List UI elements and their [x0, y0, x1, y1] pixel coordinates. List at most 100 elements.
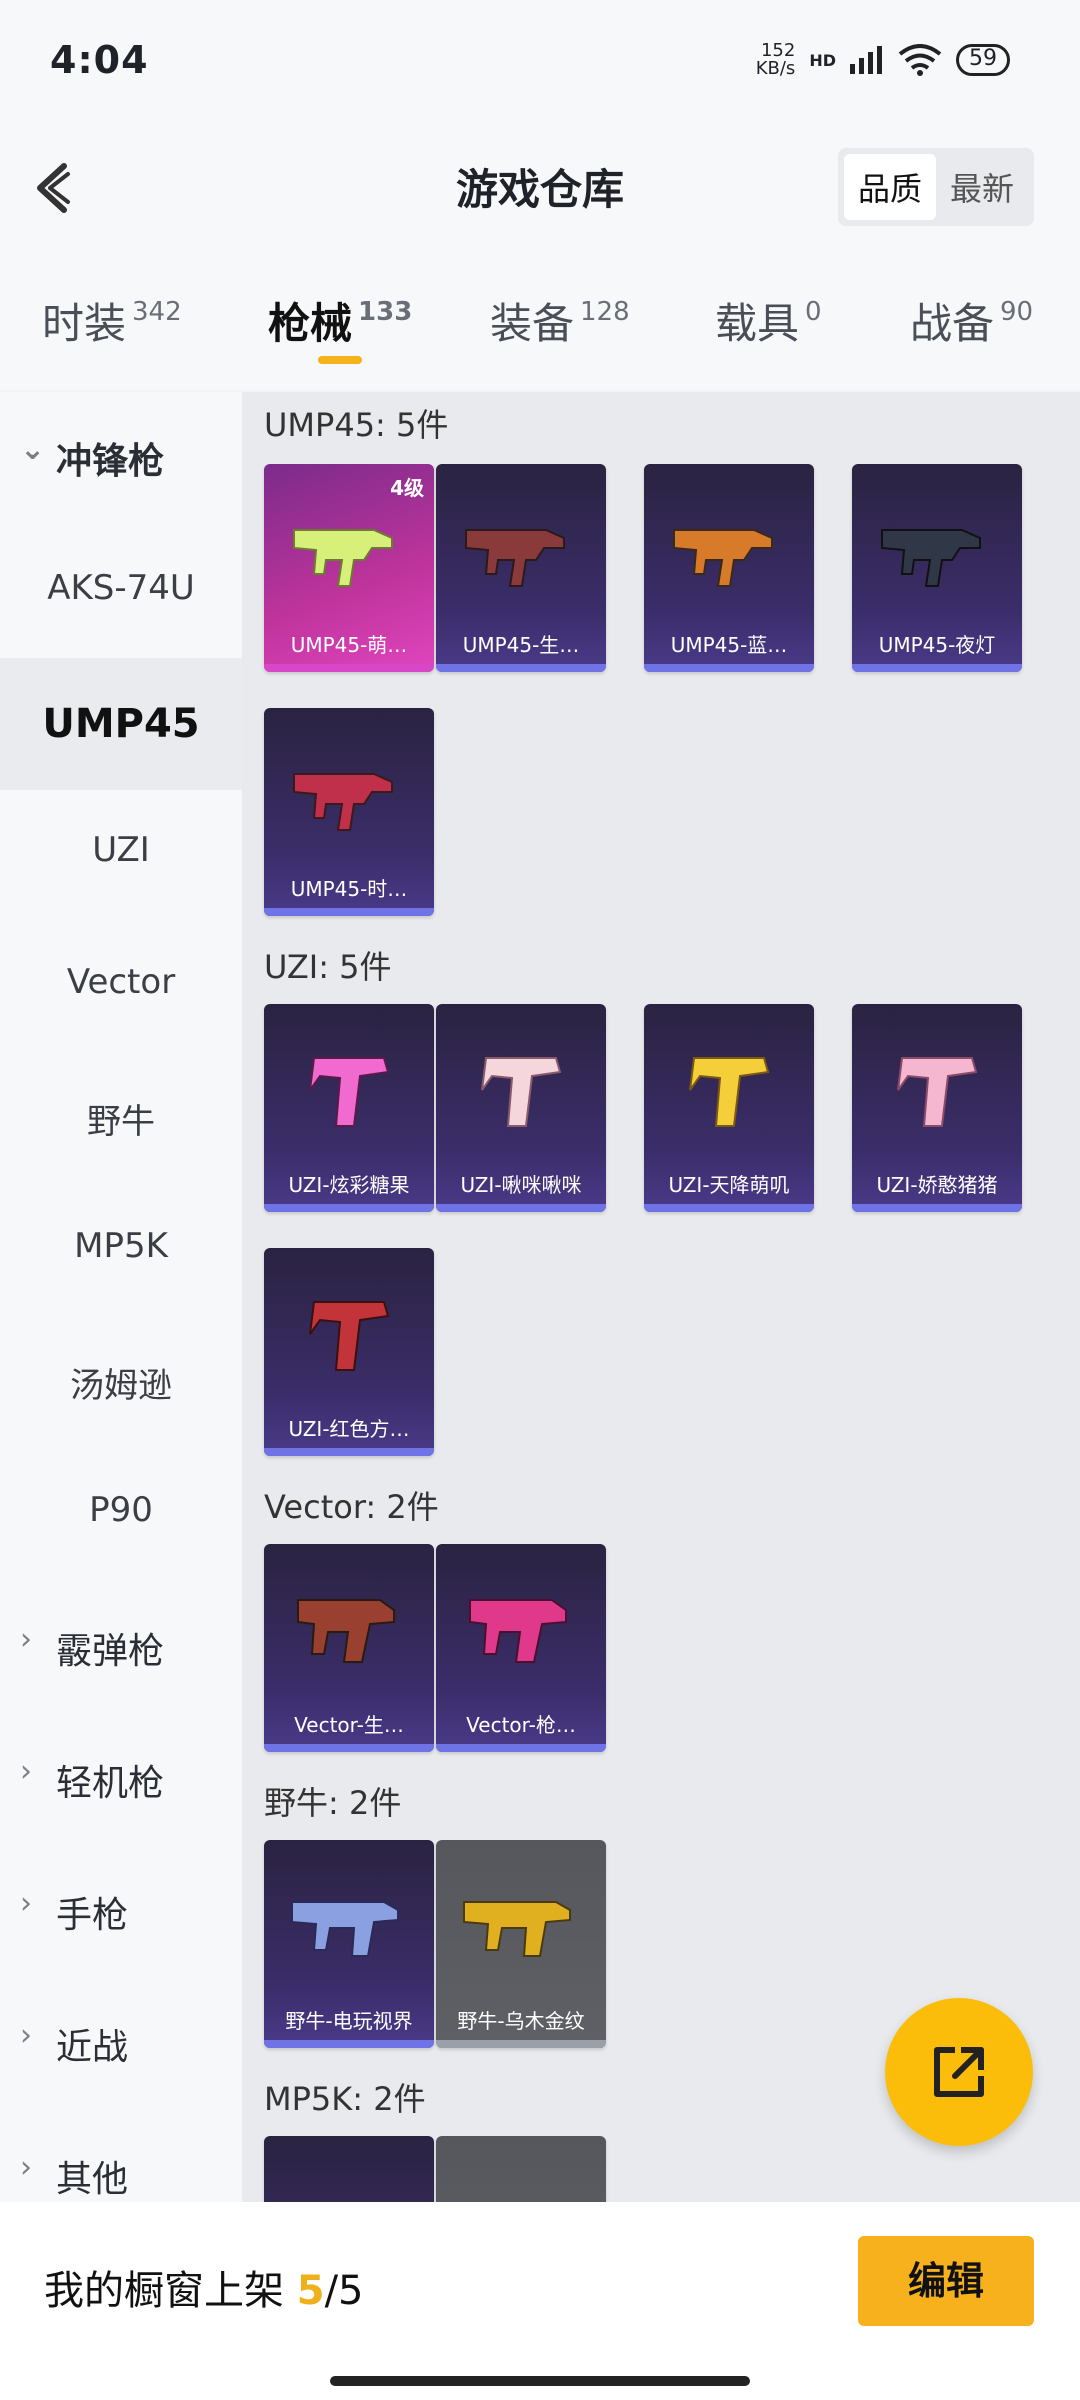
chevron-right-icon: ›: [20, 1622, 32, 1657]
tab-fashion[interactable]: 时装 342: [42, 290, 182, 351]
network-type: HD: [809, 50, 836, 70]
chevron-right-icon: ›: [20, 2018, 32, 2053]
weapon-name: UMP45-萌…: [290, 633, 408, 657]
weapon-card[interactable]: UMP45-夜灯: [852, 464, 1022, 672]
sidebar-group-lmg[interactable]: › 轻机枪: [0, 1754, 242, 1806]
weapon-name: UMP45-生…: [462, 633, 580, 657]
sidebar-item-thompson[interactable]: 汤姆逊: [0, 1358, 242, 1407]
weapon-grid: UMP45: 5件 4级 UMP45-萌… UMP45-生… UMP45-蓝… …: [242, 392, 1080, 2202]
rarity-stripe: [644, 664, 814, 672]
tab-label: 装备: [490, 299, 575, 348]
active-tab-indicator: [318, 356, 362, 364]
tab-guns[interactable]: 枪械 133: [268, 290, 413, 364]
weapon-card[interactable]: UZI-天降萌叽: [644, 1004, 814, 1212]
rarity-stripe: [644, 1204, 814, 1212]
tab-label: 载具: [715, 299, 800, 348]
rarity-stripe: [436, 1744, 606, 1752]
weapon-name: UZI-娇憨猪猪: [876, 1173, 998, 1197]
sort-quality-button[interactable]: 品质: [843, 154, 936, 220]
tab-label: 时装: [42, 299, 127, 348]
sidebar-group-pistol[interactable]: › 手枪: [0, 1886, 242, 1938]
weapon-card[interactable]: UMP45-生…: [436, 464, 606, 672]
tab-label: 枪械: [268, 299, 353, 348]
sidebar-group-melee[interactable]: › 近战: [0, 2018, 242, 2070]
gun-icon: [309, 1057, 390, 1127]
sidebar-item-vector[interactable]: Vector: [0, 962, 242, 1002]
weapon-card[interactable]: [264, 2136, 434, 2202]
gun-icon: [897, 1057, 978, 1127]
gun-icon: [673, 529, 773, 587]
sidebar-item-mp5k[interactable]: MP5K: [0, 1226, 242, 1266]
showcase-current: 5: [296, 2268, 325, 2314]
weapon-name: UMP45-蓝…: [670, 633, 788, 657]
top-header: 游戏仓库 品质 最新: [0, 130, 1080, 250]
rarity-stripe: [264, 664, 434, 672]
weapon-name: UZI-天降萌叽: [668, 1173, 790, 1197]
weapon-card[interactable]: Vector-枪…: [436, 1544, 606, 1752]
tab-label: 战备: [910, 299, 995, 348]
weapon-card[interactable]: UMP45-蓝…: [644, 464, 814, 672]
rarity-stripe: [436, 664, 606, 672]
sidebar-group-shotgun[interactable]: › 霰弹枪: [0, 1622, 242, 1674]
rarity-stripe: [436, 1204, 606, 1212]
section-title-vector: Vector: 2件: [264, 1488, 439, 1526]
sidebar-item-p90[interactable]: P90: [0, 1490, 242, 1530]
sort-toggle: 品质 最新: [837, 148, 1034, 226]
gun-icon: [463, 1901, 571, 1957]
tab-vehicles[interactable]: 载具 0: [715, 290, 822, 351]
sidebar-group-label: 霰弹枪: [56, 1631, 165, 1672]
rarity-stripe: [436, 2040, 606, 2048]
weapon-card[interactable]: UZI-啾咪啾咪: [436, 1004, 606, 1212]
chevron-right-icon: ›: [20, 1754, 32, 1789]
sidebar-group-label: 冲锋枪: [56, 441, 165, 482]
sidebar-group-other[interactable]: › 其他: [0, 2150, 242, 2202]
weapon-name: 野牛-电玩视界: [285, 2009, 413, 2033]
weapon-card[interactable]: UZI-红色方…: [264, 1248, 434, 1456]
tab-supplies[interactable]: 战备 90: [910, 290, 1033, 351]
weapon-card[interactable]: 野牛-乌木金纹: [436, 1840, 606, 2048]
weapon-card[interactable]: UZI-娇憨猪猪: [852, 1004, 1022, 1212]
sidebar-group-smg[interactable]: ⌄ 冲锋枪: [0, 432, 242, 484]
sidebar-item-aks74u[interactable]: AKS-74U: [0, 568, 242, 608]
weapon-card[interactable]: Vector-生…: [264, 1544, 434, 1752]
showcase-bar: 我的橱窗上架 5/5 编辑: [0, 2202, 1080, 2400]
weapon-name: UMP45-时…: [290, 877, 408, 901]
weapon-card[interactable]: UZI-炫彩糖果: [264, 1004, 434, 1212]
tab-count: 133: [358, 297, 413, 327]
home-indicator[interactable]: [330, 2376, 750, 2386]
section-title-mp5k: MP5K: 2件: [264, 2080, 426, 2118]
gun-icon: [291, 1901, 399, 1957]
sidebar-item-bizon[interactable]: 野牛: [0, 1094, 242, 1143]
chevron-right-icon: ›: [20, 1886, 32, 1921]
sort-newest-button[interactable]: 最新: [936, 154, 1028, 220]
weapon-name: 野牛-乌木金纹: [457, 2009, 585, 2033]
rarity-stripe: [264, 1204, 434, 1212]
chevron-right-icon: ›: [20, 2150, 32, 2185]
status-time: 4:04: [50, 38, 149, 82]
gun-icon: [293, 529, 393, 587]
weapon-card[interactable]: [436, 2136, 606, 2202]
weapon-card[interactable]: UMP45-时…: [264, 708, 434, 916]
sidebar-group-label: 轻机枪: [56, 1763, 165, 1804]
rarity-stripe: [264, 908, 434, 916]
weapon-name: UZI-红色方…: [288, 1417, 410, 1441]
weapon-name: UMP45-夜灯: [878, 633, 996, 657]
tab-count: 342: [132, 297, 182, 327]
weapon-name: Vector-枪…: [466, 1713, 576, 1737]
weapon-card[interactable]: 4级 UMP45-萌…: [264, 464, 434, 672]
share-button[interactable]: [885, 1998, 1033, 2146]
sidebar-item-uzi[interactable]: UZI: [0, 830, 242, 870]
section-title-bizon: 野牛: 2件: [264, 1784, 402, 1822]
weapon-name: Vector-生…: [294, 1713, 404, 1737]
tab-equipment[interactable]: 装备 128: [490, 290, 630, 351]
edit-button[interactable]: 编辑: [858, 2236, 1034, 2326]
rarity-stripe: [852, 1204, 1022, 1212]
sidebar-group-label: 其他: [56, 2159, 129, 2200]
showcase-status: 我的橱窗上架 5/5: [44, 2258, 364, 2316]
weapon-card[interactable]: 野牛-电玩视界: [264, 1840, 434, 2048]
rarity-stripe: [264, 1744, 434, 1752]
sidebar-item-ump45[interactable]: UMP45: [0, 658, 242, 790]
wifi-icon: [898, 44, 942, 76]
sidebar-group-label: 手枪: [56, 1895, 129, 1936]
showcase-total: /5: [324, 2268, 364, 2314]
